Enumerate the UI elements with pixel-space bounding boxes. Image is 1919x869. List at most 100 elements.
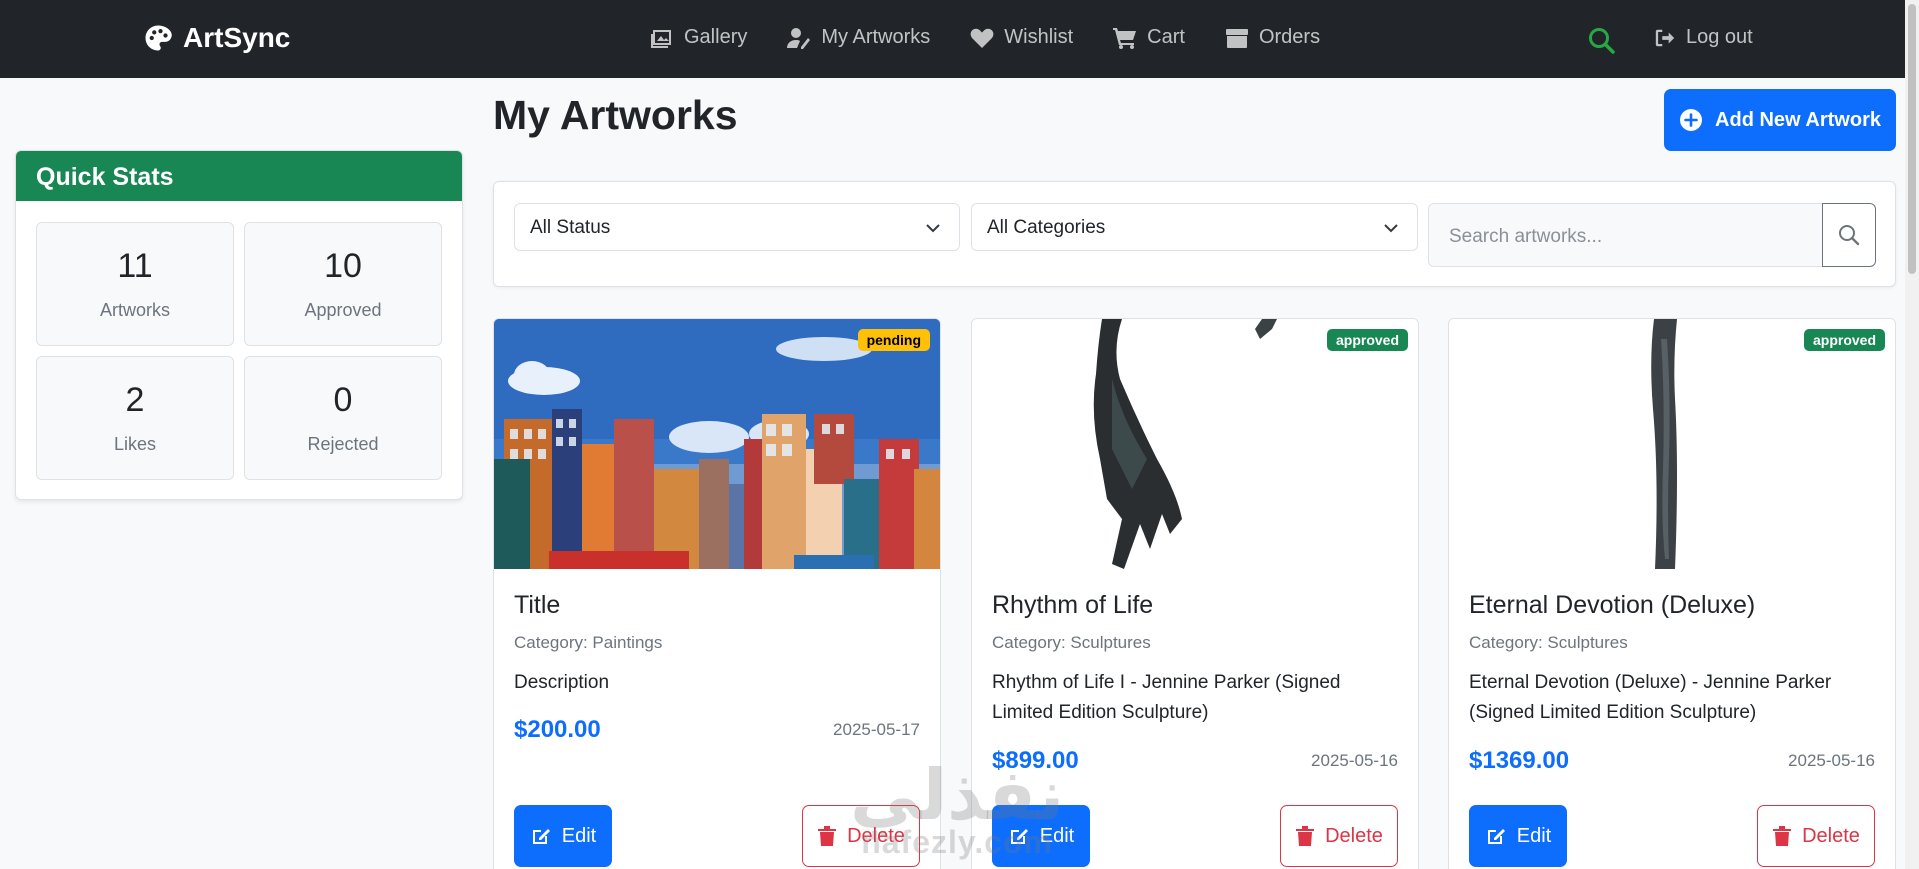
search-group: Search artworks...	[1428, 203, 1877, 267]
logout-link[interactable]: Log out	[1654, 26, 1753, 49]
sculpture-image	[1093, 319, 1277, 569]
artwork-description: Description	[514, 672, 610, 693]
trash-icon	[818, 826, 837, 846]
stat-label: Approved	[304, 300, 382, 320]
artwork-price: $1369.00	[1469, 747, 1570, 774]
artwork-title: Eternal Devotion (Deluxe)	[1469, 591, 1756, 619]
trash-icon	[1296, 826, 1315, 846]
stat-value: 2	[125, 381, 145, 419]
artwork-category: Category: Sculptures	[992, 633, 1151, 652]
artwork-title: Rhythm of Life	[992, 591, 1154, 619]
add-button-label: Add New Artwork	[1715, 108, 1881, 131]
sculpture-image	[1651, 319, 1677, 569]
artwork-card[interactable]: approved Eternal Devotion (Deluxe) Categ…	[1448, 318, 1896, 869]
edit-label: Edit	[1516, 824, 1552, 847]
category-select-value: All Categories	[987, 217, 1106, 238]
artwork-image[interactable]: pending	[494, 319, 940, 569]
artwork-price: $899.00	[992, 747, 1079, 774]
user-paint-icon	[787, 27, 811, 49]
stat-approved: 10 Approved	[244, 222, 442, 346]
palette-icon	[145, 25, 172, 51]
plus-circle-icon	[1680, 109, 1703, 131]
artwork-date: 2025-05-16	[1311, 751, 1398, 770]
delete-button[interactable]: Delete	[1757, 805, 1875, 867]
stat-label: Rejected	[307, 434, 379, 454]
delete-button[interactable]: Delete	[802, 805, 920, 867]
edit-icon	[532, 829, 550, 844]
category-select[interactable]: All Categories	[971, 203, 1418, 251]
stat-value: 10	[324, 247, 362, 285]
main-nav: Gallery My Artworks Wishlist Cart Orders	[650, 26, 1320, 49]
edit-button[interactable]: Edit	[1469, 805, 1567, 867]
stat-likes: 2 Likes	[36, 356, 234, 480]
nav-item-wishlist[interactable]: Wishlist	[970, 26, 1073, 49]
logout-label: Log out	[1686, 26, 1753, 48]
artwork-price: $200.00	[514, 716, 601, 743]
artwork-card[interactable]: approved Rhythm of Life Category: Sculpt…	[971, 318, 1419, 869]
page-title: My Artworks	[493, 92, 738, 138]
status-badge: approved	[1326, 329, 1408, 351]
add-new-artwork-button[interactable]: Add New Artwork	[1664, 89, 1896, 151]
artwork-description: Eternal Devotion (Deluxe) - Jennine Park…	[1469, 672, 1832, 723]
edit-button[interactable]: Edit	[514, 805, 612, 867]
chevron-down-icon	[926, 224, 940, 233]
artwork-image[interactable]: approved	[972, 319, 1418, 569]
edit-label: Edit	[1039, 824, 1075, 847]
search-icon[interactable]	[1587, 26, 1615, 54]
nav-label: My Artworks	[821, 26, 931, 48]
trash-icon	[1773, 826, 1792, 846]
city-painting-image	[494, 319, 940, 569]
stat-value: 11	[117, 247, 153, 285]
artwork-date: 2025-05-17	[833, 720, 920, 739]
cart-icon	[1113, 27, 1137, 49]
stat-rejected: 0 Rejected	[244, 356, 442, 480]
stat-artworks: 11 Artworks	[36, 222, 234, 346]
stats-grid: 11 Artworks 10 Approved 2 Likes 0 Reject…	[36, 222, 442, 480]
nav-item-gallery[interactable]: Gallery	[650, 26, 747, 49]
quick-stats-title: Quick Stats	[16, 151, 462, 201]
stat-label: Likes	[113, 434, 157, 454]
artwork-card[interactable]: pending Title Category: Paintings Descri…	[493, 318, 941, 869]
delete-button[interactable]: Delete	[1280, 805, 1398, 867]
quick-stats-card: Quick Stats 11 Artworks 10 Approved 2 Li…	[15, 150, 463, 500]
delete-label: Delete	[1802, 824, 1860, 847]
artwork-title: Title	[514, 591, 561, 619]
chevron-down-icon	[1384, 224, 1398, 233]
nav-label: Gallery	[684, 26, 748, 48]
page-scrollbar[interactable]	[1905, 0, 1919, 869]
navbar: ArtSync Gallery My Artworks Wishlist Car…	[0, 0, 1919, 78]
filter-card: All Status All Categories Search artwork…	[493, 181, 1896, 287]
images-icon	[651, 29, 671, 48]
stat-label: Artworks	[99, 300, 170, 320]
nav-item-cart[interactable]: Cart	[1113, 26, 1185, 49]
artwork-image[interactable]: approved	[1449, 319, 1895, 569]
scrollbar-thumb[interactable]	[1908, 4, 1916, 274]
search-input[interactable]: Search artworks...	[1428, 203, 1823, 267]
sign-out-icon	[1655, 29, 1675, 46]
artwork-category: Category: Paintings	[514, 633, 663, 652]
edit-button[interactable]: Edit	[992, 805, 1090, 867]
search-button[interactable]	[1822, 203, 1876, 267]
nav-label: Cart	[1147, 26, 1185, 48]
delete-label: Delete	[1325, 824, 1383, 847]
artwork-category: Category: Sculptures	[1469, 633, 1628, 652]
search-icon	[1839, 225, 1860, 246]
status-badge: approved	[1803, 329, 1885, 351]
nav-item-my-artworks[interactable]: My Artworks	[787, 26, 930, 49]
edit-label: Edit	[561, 824, 597, 847]
artwork-date: 2025-05-16	[1788, 751, 1875, 770]
delete-label: Delete	[847, 824, 905, 847]
status-badge: pending	[857, 329, 930, 351]
box-icon	[1225, 28, 1248, 48]
stat-value: 0	[333, 381, 353, 419]
edit-icon	[1010, 829, 1028, 844]
nav-item-orders[interactable]: Orders	[1225, 26, 1320, 49]
nav-label: Orders	[1258, 26, 1321, 48]
brand-name: ArtSync	[183, 22, 291, 53]
edit-icon	[1487, 829, 1505, 844]
nav-label: Wishlist	[1004, 26, 1074, 48]
search-placeholder: Search artworks...	[1449, 226, 1603, 247]
status-select-value: All Status	[530, 217, 611, 238]
brand[interactable]: ArtSync	[143, 22, 290, 54]
status-select[interactable]: All Status	[514, 203, 960, 251]
